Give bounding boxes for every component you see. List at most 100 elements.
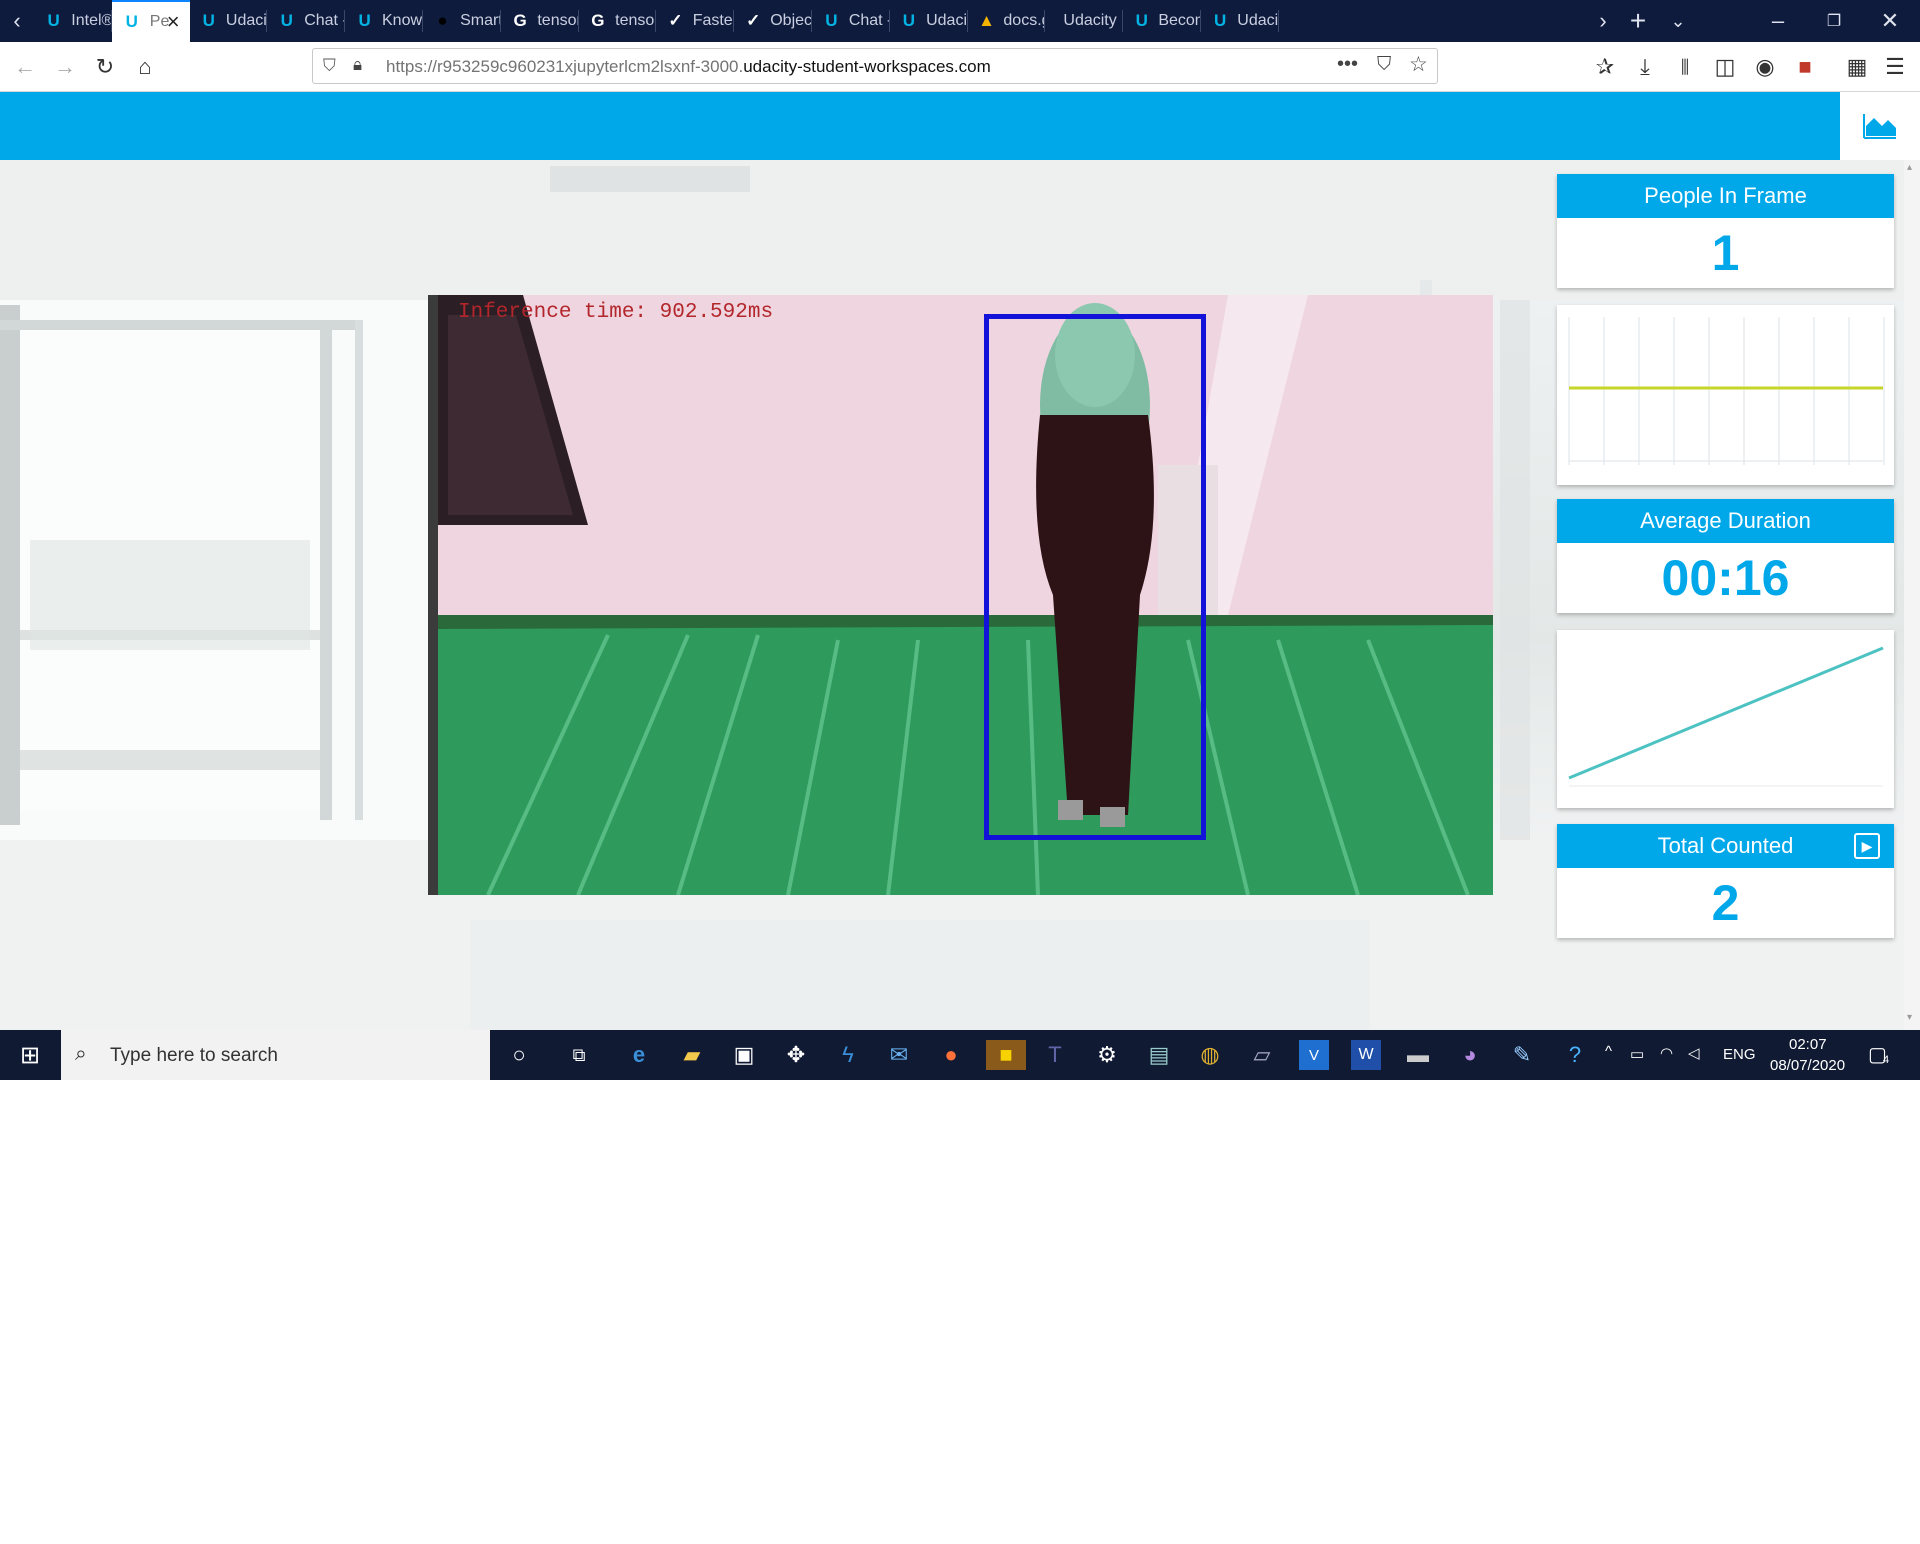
paint-icon[interactable]: ✎	[1507, 1040, 1537, 1070]
library-icon[interactable]: ⫼	[1668, 50, 1702, 84]
restore-button[interactable]: ❐	[1814, 0, 1854, 42]
browser-tab[interactable]: U Udacit	[1201, 0, 1279, 42]
scroll-tabs-right-icon[interactable]: ›	[1583, 0, 1623, 42]
navigation-bar: ← → ↻ ⌂ ⛉ 🔒︎ https://r953259c960231xjupy…	[0, 42, 1920, 92]
store-icon[interactable]: ▣	[729, 1040, 759, 1070]
volume-icon[interactable]: ◁	[1688, 1044, 1700, 1062]
windows-start-icon[interactable]: ⊞	[15, 1040, 45, 1070]
battery-icon[interactable]: ▭	[1630, 1045, 1644, 1063]
play-icon[interactable]: ▶	[1854, 833, 1880, 859]
home-button[interactable]: ⌂	[128, 50, 162, 84]
scroll-up-icon[interactable]: ▴	[1907, 162, 1912, 173]
minimize-button[interactable]: –	[1758, 0, 1798, 42]
tray-chevron-icon[interactable]: ^	[1605, 1043, 1612, 1060]
browser-tab[interactable]: U Knowl	[345, 0, 423, 42]
tracking-shield-icon[interactable]: ⛉	[323, 56, 336, 76]
browser-tab[interactable]: ▲ docs.g	[968, 0, 1046, 42]
dropbox-icon[interactable]: ✥	[781, 1040, 811, 1070]
page-actions-icon[interactable]: •••	[1337, 53, 1358, 76]
clock-time[interactable]: 02:07	[1789, 1036, 1827, 1053]
sidebar-icon[interactable]: ◫	[1708, 50, 1742, 84]
list-all-tabs-icon[interactable]: ⌄	[1658, 0, 1698, 42]
app-icon[interactable]: ϟ	[833, 1040, 863, 1070]
settings-gear-icon[interactable]: ⚙	[1092, 1040, 1122, 1070]
menu-icon[interactable]: ☰	[1878, 50, 1912, 84]
account-icon[interactable]: ◉	[1748, 50, 1782, 84]
people-chart-svg	[1568, 317, 1885, 465]
bookmark-star-icon[interactable]: ☆	[1409, 52, 1428, 77]
taskbar-search[interactable]: ⌕ Type here to search	[61, 1030, 490, 1080]
google-drive-icon: ▲	[978, 11, 995, 30]
tab-separator	[1277, 10, 1279, 32]
tab-label: Udacity N	[1063, 12, 1123, 29]
duration-series-line	[1568, 646, 1884, 780]
udacity-icon: U	[280, 11, 293, 30]
browser-tab[interactable]: ● Smart	[423, 0, 501, 42]
downloads-icon[interactable]: ⤓	[1628, 50, 1662, 84]
google-icon: G	[513, 11, 527, 30]
camera-feed	[428, 295, 1493, 895]
cortana-icon[interactable]: ○	[504, 1040, 534, 1070]
paper-icon: ✓	[746, 11, 761, 30]
help-icon[interactable]: ?	[1560, 1040, 1590, 1070]
tab-label: Chat -	[304, 12, 346, 29]
browser-tab[interactable]: U Pe ×	[111, 0, 190, 42]
udacity-icon: U	[47, 11, 60, 30]
app-window-icon[interactable]: ▤	[1144, 1040, 1174, 1070]
vscode-like-icon[interactable]: V	[1299, 1040, 1329, 1070]
tab-label: Becom	[1158, 12, 1201, 29]
tab-label: Udacit	[1237, 12, 1279, 29]
language-indicator[interactable]: ENG	[1723, 1046, 1756, 1063]
average-duration-value: 00:16	[1661, 550, 1790, 606]
lock-icon[interactable]: 🔒︎	[353, 55, 362, 75]
bookmarks-star-icon[interactable]: ✰	[1588, 50, 1622, 84]
reload-button[interactable]: ↻	[88, 50, 122, 84]
pocket-icon[interactable]: ⛉	[1377, 54, 1391, 76]
browser-tab[interactable]: ✓ Faster	[656, 0, 735, 42]
new-tab-button[interactable]: +	[1618, 0, 1658, 42]
browser-tab[interactable]: U Chat -	[812, 0, 890, 42]
forward-button[interactable]: →	[48, 50, 82, 84]
edge-icon[interactable]: e	[624, 1040, 654, 1070]
total-counted-panel: Total Counted ▶ 2	[1557, 824, 1894, 938]
mail-icon[interactable]: ✉	[884, 1040, 914, 1070]
chrome-icon[interactable]: ◍	[1195, 1040, 1225, 1070]
people-in-frame-value: 1	[1711, 225, 1740, 281]
notepad-icon[interactable]: ▱	[1247, 1040, 1277, 1070]
url-prefix: https://r953259c960231xjupyterlcm2lsxnf-…	[386, 57, 744, 76]
browser-tab[interactable]: U Chat -	[267, 0, 346, 42]
browser-tab[interactable]: U Becom	[1123, 0, 1201, 42]
terminal-icon[interactable]: ▬	[1403, 1040, 1433, 1070]
task-view-icon[interactable]: ⧉	[564, 1040, 594, 1070]
scroll-down-icon[interactable]: ▾	[1907, 1012, 1912, 1023]
clock-date[interactable]: 08/07/2020	[1770, 1057, 1845, 1074]
browser-tab[interactable]: Gtensor	[501, 0, 579, 42]
browser-tab[interactable]: U Intel®	[34, 0, 112, 42]
word-icon[interactable]: W	[1351, 1040, 1381, 1070]
back-button[interactable]: ←	[8, 50, 42, 84]
extensions-grid-icon[interactable]: ▦	[1840, 50, 1874, 84]
scroll-tabs-left-icon[interactable]: ‹	[0, 0, 34, 42]
file-explorer-icon[interactable]: ▰	[677, 1040, 707, 1070]
extension-icon[interactable]: ■	[1788, 50, 1822, 84]
browser-tab[interactable]: U Udacit	[890, 0, 968, 42]
tab-label: Object	[770, 12, 812, 29]
github-desktop-icon[interactable]: ◕	[1455, 1040, 1485, 1070]
stats-toggle-button[interactable]	[1840, 92, 1920, 160]
page-scrollbar[interactable]: ▴ ▾	[1904, 160, 1920, 1030]
teams-icon[interactable]: T	[1040, 1040, 1070, 1070]
wifi-icon[interactable]: ◠	[1660, 1044, 1673, 1062]
browser-tab[interactable]: U Udacit	[190, 0, 268, 42]
url-domain: udacity-student-workspaces.com	[743, 57, 991, 76]
browser-tab[interactable]: Gtensor	[579, 0, 657, 42]
sticky-notes-icon[interactable]: ■	[986, 1040, 1026, 1070]
taskbar: ⊞ ⌕ Type here to search ○ ⧉ e ▰ ▣ ✥ ϟ ✉ …	[0, 1030, 1920, 1080]
firefox-icon[interactable]: ●	[936, 1040, 966, 1070]
browser-tab[interactable]: Udacity N	[1045, 0, 1124, 42]
url-bar[interactable]: ⛉ 🔒︎ https://r953259c960231xjupyterlcm2l…	[312, 48, 1438, 84]
close-tab-icon[interactable]: ×	[167, 9, 180, 35]
tab-strip: ‹ U Intel® U Pe × U Udacit U Chat - U Knowl ● Smart G…	[0, 0, 1920, 42]
window-close-button[interactable]: ✕	[1870, 0, 1910, 42]
browser-tab[interactable]: ✓ Object	[734, 0, 812, 42]
udacity-icon: U	[358, 11, 371, 30]
